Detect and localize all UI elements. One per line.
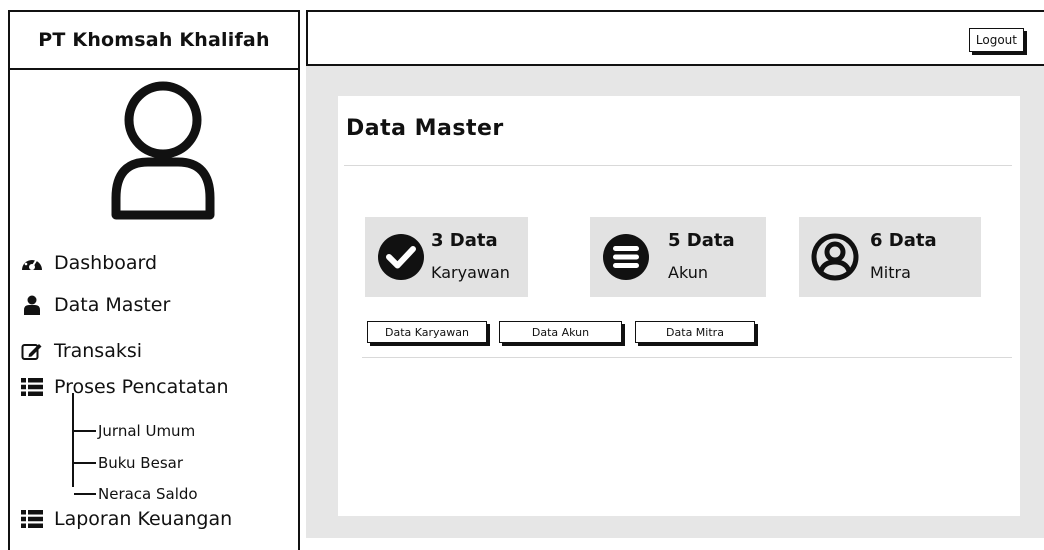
submenu-item-neraca-saldo[interactable]: Neraca Saldo xyxy=(74,485,198,503)
user-outline-icon xyxy=(108,80,218,224)
check-circle-icon xyxy=(377,233,425,285)
list-icon xyxy=(20,508,44,530)
list-icon xyxy=(20,376,44,398)
dashboard-icon xyxy=(20,252,44,274)
submenu-item-label: Neraca Saldo xyxy=(98,485,198,503)
user-circle-icon xyxy=(811,233,859,285)
sidebar-item-label: Proses Pencatatan xyxy=(54,376,229,398)
sidebar-item-proses-pencatatan[interactable]: Proses Pencatatan xyxy=(20,376,229,398)
sidebar-item-label: Data Master xyxy=(54,294,171,316)
sidebar-item-dashboard[interactable]: Dashboard xyxy=(20,252,157,274)
section-divider xyxy=(362,357,1012,358)
page-title: Data Master xyxy=(346,116,504,141)
submenu-item-buku-besar[interactable]: Buku Besar xyxy=(74,454,183,472)
card-label: Karyawan xyxy=(431,263,510,282)
card-label: Mitra xyxy=(870,263,911,282)
brand-title: PT Khomsah Khalifah xyxy=(10,12,298,70)
sidebar-item-label: Laporan Keuangan xyxy=(54,508,233,530)
menu-circle-icon xyxy=(602,233,650,285)
logout-button[interactable]: Logout xyxy=(968,28,1024,52)
sidebar-item-label: Transaksi xyxy=(54,340,143,362)
data-mitra-button[interactable]: Data Mitra xyxy=(635,321,755,343)
card-count: 5 Data xyxy=(668,230,735,251)
user-icon xyxy=(20,294,44,316)
submenu-item-jurnal-umum[interactable]: Jurnal Umum xyxy=(74,422,195,440)
title-divider xyxy=(344,165,1012,166)
card-mitra: 6 Data Mitra xyxy=(799,217,981,297)
submenu-item-label: Jurnal Umum xyxy=(98,422,196,440)
data-akun-button[interactable]: Data Akun xyxy=(499,321,622,343)
sidebar-item-transaksi[interactable]: Transaksi xyxy=(20,340,142,362)
card-karyawan: 3 Data Karyawan xyxy=(365,217,528,297)
card-akun: 5 Data Akun xyxy=(590,217,766,297)
sidebar-item-data-master[interactable]: Data Master xyxy=(20,294,170,316)
sidebar-item-laporan-keuangan[interactable]: Laporan Keuangan xyxy=(20,508,232,530)
top-bar: Logout xyxy=(306,10,1044,66)
submenu-tree-line xyxy=(72,393,74,487)
sidebar: PT Khomsah Khalifah Dashboard Data Maste… xyxy=(8,10,300,550)
sidebar-item-label: Dashboard xyxy=(54,252,158,274)
edit-icon xyxy=(20,340,44,362)
submenu-item-label: Buku Besar xyxy=(98,454,183,472)
card-label: Akun xyxy=(668,263,708,282)
card-count: 6 Data xyxy=(870,230,937,251)
main-panel: Data Master 3 Data Karyawan 5 Data Akun xyxy=(338,96,1020,516)
card-count: 3 Data xyxy=(431,230,498,251)
data-karyawan-button[interactable]: Data Karyawan xyxy=(367,321,487,343)
